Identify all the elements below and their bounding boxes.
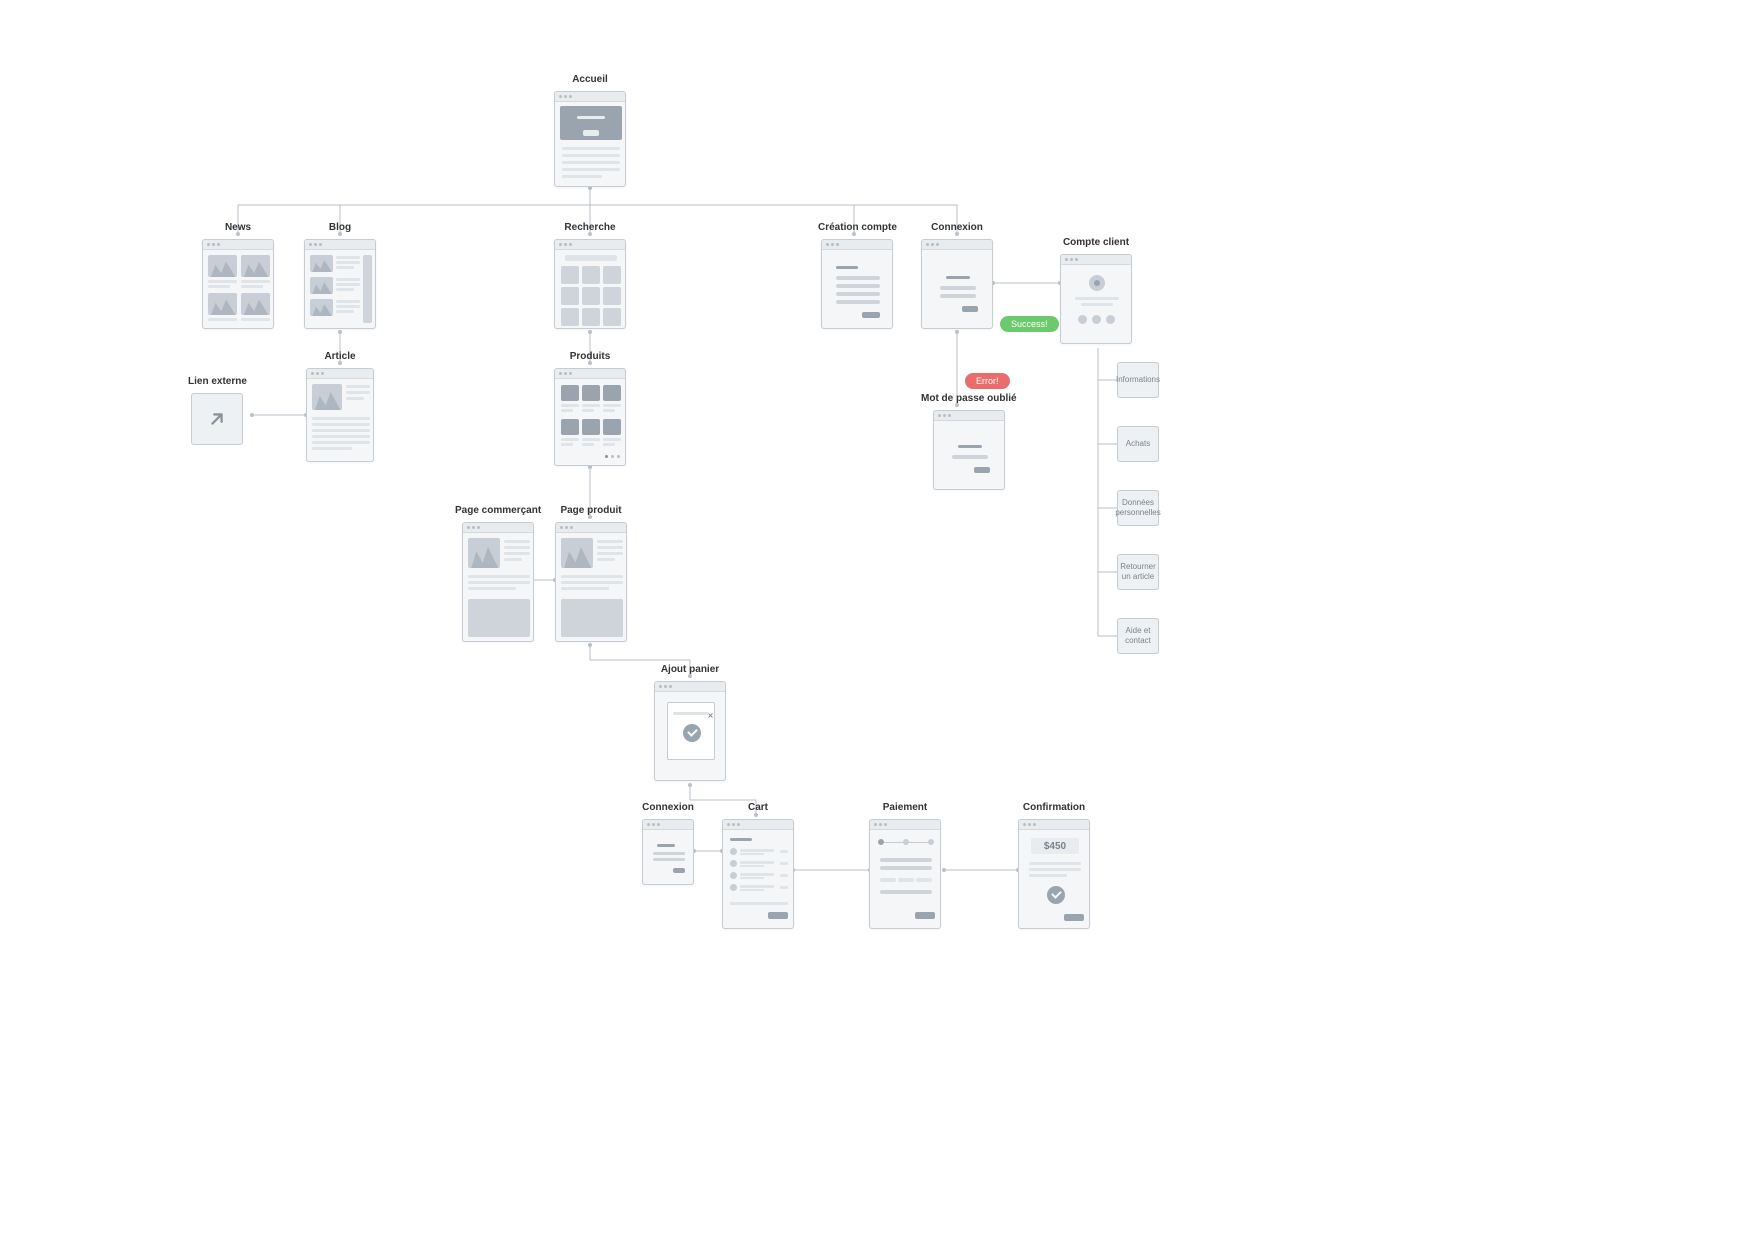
node-label: Paiement — [883, 802, 927, 813]
node-produits[interactable]: Produits — [554, 351, 626, 466]
node-label: Cart — [748, 802, 768, 813]
subpage-donnees[interactable]: Données personnelles — [1117, 490, 1159, 526]
node-label: Page commerçant — [455, 505, 541, 516]
wireframe-blog-list — [304, 239, 376, 329]
node-connexion-checkout[interactable]: Connexion — [642, 802, 694, 885]
node-label: Mot de passe oublié — [921, 393, 1017, 404]
node-label: Confirmation — [1023, 802, 1085, 813]
node-label: Compte client — [1063, 237, 1129, 248]
wireframe-article — [306, 368, 374, 462]
wireframe-login-small — [642, 819, 694, 885]
wireframe-cart — [722, 819, 794, 929]
node-ajout-panier[interactable]: Ajout panier — [654, 664, 726, 781]
badge-success: Success! — [1000, 316, 1059, 332]
external-link-icon — [206, 408, 228, 430]
node-label: Création compte — [818, 222, 897, 233]
node-label: Connexion — [642, 802, 694, 813]
subpage-label: Données personnelles — [1111, 498, 1164, 517]
node-label: Blog — [329, 222, 351, 233]
wireframe-merchant — [462, 522, 534, 642]
node-label: News — [225, 222, 251, 233]
node-label: Lien externe — [188, 376, 247, 387]
wireframe-payment — [869, 819, 941, 929]
node-label: Article — [324, 351, 355, 362]
confirmation-amount: $450 — [1031, 838, 1079, 854]
node-lien-externe[interactable]: Lien externe — [188, 376, 247, 445]
card-external-link — [191, 393, 243, 445]
node-label: Ajout panier — [661, 664, 719, 675]
node-cart[interactable]: Cart — [722, 802, 794, 929]
node-label: Page produit — [560, 505, 621, 516]
wireframe-product — [555, 522, 627, 642]
node-confirmation[interactable]: Confirmation $450 — [1018, 802, 1090, 929]
wireframe-products — [554, 368, 626, 466]
node-blog[interactable]: Blog — [304, 222, 376, 329]
subpage-informations[interactable]: Informations — [1117, 362, 1159, 398]
node-connexion[interactable]: Connexion — [921, 222, 993, 329]
connector-lines — [0, 0, 1754, 1240]
node-page-commercant[interactable]: Page commerçant — [455, 505, 541, 642]
wireframe-forgot-password — [933, 410, 1005, 490]
wireframe-form — [821, 239, 893, 329]
wireframe-account — [1060, 254, 1132, 344]
wireframe-search-grid — [554, 239, 626, 329]
node-label: Connexion — [931, 222, 983, 233]
subpage-aide[interactable]: Aide et contact — [1117, 618, 1159, 654]
subpage-label: Aide et contact — [1118, 626, 1158, 645]
subpage-achats[interactable]: Achats — [1117, 426, 1159, 462]
node-page-produit[interactable]: Page produit — [555, 505, 627, 642]
node-paiement[interactable]: Paiement — [869, 802, 941, 929]
node-creation-compte[interactable]: Création compte — [818, 222, 897, 329]
subpage-label: Achats — [1122, 439, 1154, 449]
node-label: Recherche — [564, 222, 615, 233]
node-compte-client[interactable]: Compte client — [1060, 237, 1132, 344]
wireframe-add-cart-modal — [654, 681, 726, 781]
node-news[interactable]: News — [202, 222, 274, 329]
node-accueil[interactable]: Accueil — [554, 74, 626, 187]
sitemap-diagram: Accueil News Blog Recherche — [0, 0, 1754, 1240]
subpage-label: Retourner un article — [1116, 562, 1160, 581]
wireframe-confirmation: $450 — [1018, 819, 1090, 929]
wireframe-grid-images — [202, 239, 274, 329]
node-article[interactable]: Article — [306, 351, 374, 462]
wireframe-homepage — [554, 91, 626, 187]
node-label: Produits — [570, 351, 611, 362]
subpage-retourner[interactable]: Retourner un article — [1117, 554, 1159, 590]
node-label: Accueil — [572, 74, 608, 85]
node-recherche[interactable]: Recherche — [554, 222, 626, 329]
wireframe-login — [921, 239, 993, 329]
badge-error: Error! — [965, 373, 1010, 389]
node-mdp-oublie[interactable]: Mot de passe oublié — [921, 393, 1017, 490]
subpage-label: Informations — [1112, 375, 1164, 385]
